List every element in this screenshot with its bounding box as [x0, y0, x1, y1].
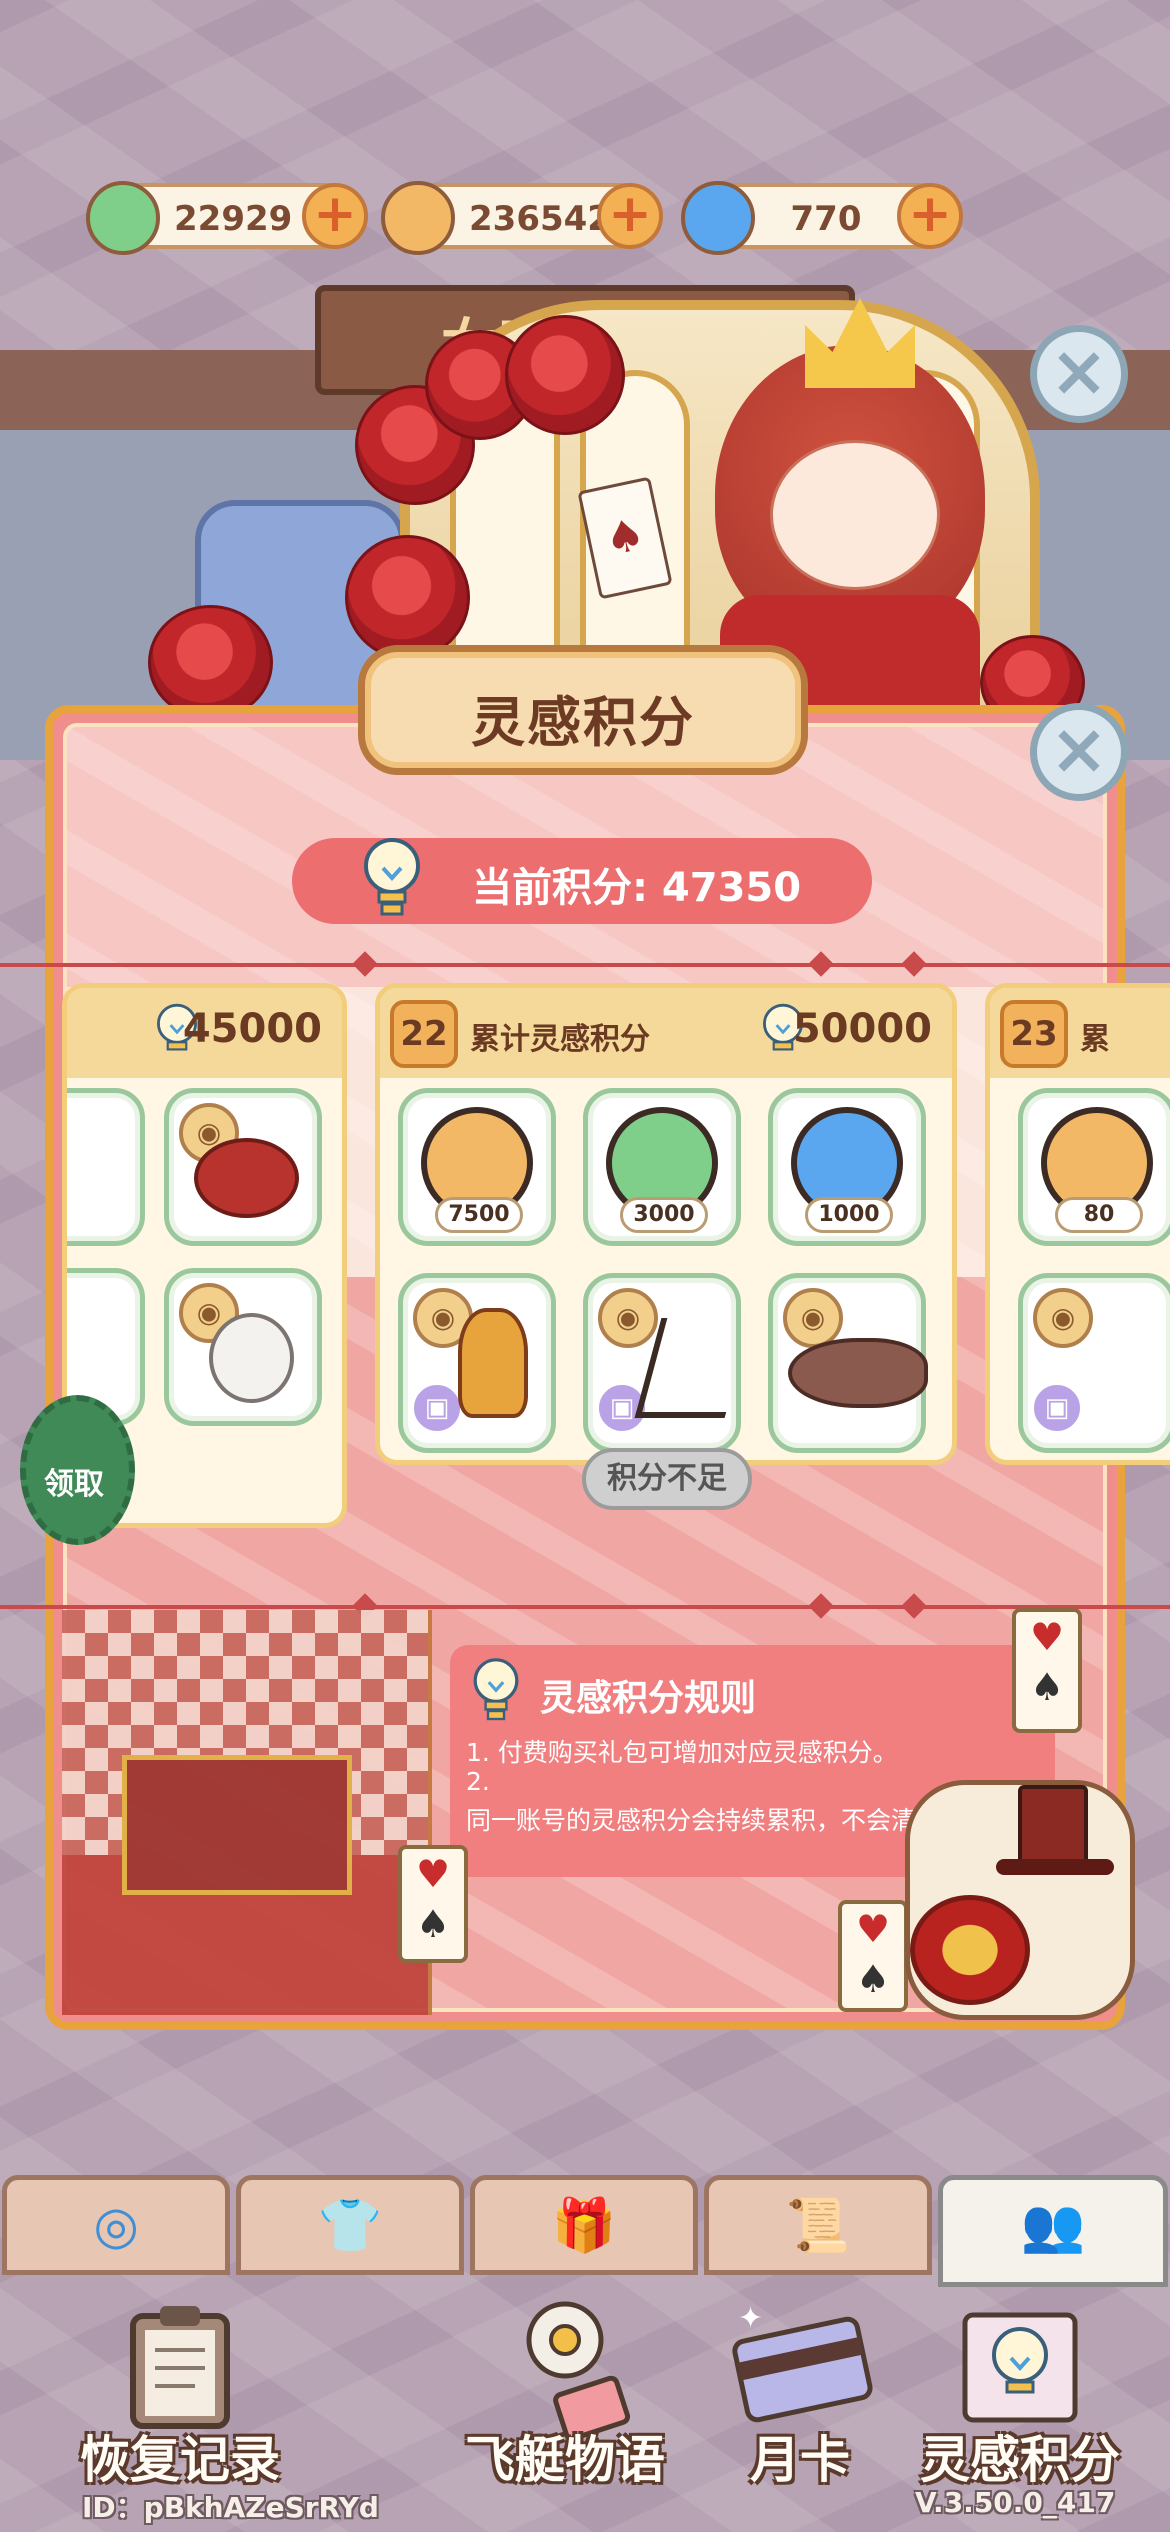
sprout-icon — [381, 181, 455, 255]
clover-icon — [86, 181, 160, 255]
tab-outfit[interactable]: 👕 — [236, 2175, 464, 2275]
rules-title: 灵感积分规则 — [540, 1678, 757, 1719]
nav-label: 月卡 — [750, 2431, 850, 2489]
preview-eye-icon[interactable]: ◉ — [1033, 1288, 1093, 1348]
nav-inspiration-points[interactable]: 灵感积分 — [900, 2280, 1140, 2520]
card-icon: ✦ — [732, 2301, 873, 2423]
scroll-tab-icon: 📜 — [785, 2196, 851, 2256]
gift-tab-icon: 🎁 — [551, 2196, 617, 2256]
room-furniture — [122, 1755, 352, 1895]
currency-value: 236542 — [469, 199, 611, 239]
reward-target-points: 50000 — [792, 1006, 932, 1052]
reward-qty: 1000 — [805, 1197, 893, 1233]
track-line — [0, 963, 1170, 967]
rose-icon — [505, 315, 625, 435]
reward-slot-rug[interactable]: ◉ — [768, 1273, 928, 1453]
furniture-type-icon: ▣ — [411, 1382, 463, 1434]
reward-qty: 3000 — [620, 1197, 708, 1233]
reward-card-22: 22 累计灵感积分 50000 7500 3000 1000 ◉ ▣ ◉ ▣ ◉ — [375, 983, 957, 1465]
reward-slot[interactable]: ◉ ▣ — [1018, 1273, 1170, 1453]
airship-flower-icon — [526, 2301, 631, 2440]
svg-text:✦: ✦ — [738, 2301, 763, 2336]
current-points-text: 当前积分: 47350 — [472, 865, 802, 911]
reward-slot-stand[interactable]: ◉ ▣ — [583, 1273, 752, 1453]
reward-slot-swirl[interactable]: 1000 — [768, 1088, 926, 1246]
shirt-tab-icon: 👕 — [317, 2196, 383, 2256]
reward-slot-sprout[interactable]: 7500 — [398, 1088, 556, 1246]
people-tab-icon: 👥 — [1020, 2196, 1086, 2256]
reward-slot[interactable]: ◉ — [164, 1088, 322, 1246]
reward-qty: 80 — [1055, 1197, 1143, 1233]
currency-sprout: 236542 + — [381, 181, 663, 255]
reward-label: 累 — [1080, 1022, 1110, 1057]
tab-swirl[interactable]: ◎ — [2, 2175, 230, 2275]
queen-face — [770, 440, 940, 590]
currency-swirl: 770 + — [681, 181, 963, 255]
reward-slot-crown-lamp[interactable]: ◉ ▣ — [398, 1273, 556, 1453]
clipboard-icon — [130, 2306, 230, 2429]
add-swirl-button[interactable]: + — [897, 183, 963, 249]
reward-level-badge: 23 — [1000, 1000, 1068, 1068]
bulb-icon — [364, 838, 420, 916]
insufficient-points-button[interactable]: 积分不足 — [582, 1448, 752, 1510]
rose-icon — [148, 605, 273, 720]
furniture-type-icon: ▣ — [1031, 1382, 1083, 1434]
nav-monthly-card[interactable]: ✦ 月卡 — [680, 2280, 920, 2520]
reward-slot[interactable]: 80 — [1018, 1088, 1170, 1246]
crown-lamp-icon — [458, 1308, 528, 1418]
add-clover-button[interactable]: + — [302, 183, 368, 249]
current-points-bar: 当前积分: 47350 — [292, 838, 872, 924]
claimed-stamp-text: 领取 — [44, 1467, 104, 1502]
heart-jewel-icon — [910, 1895, 1030, 2005]
nav-restore-records[interactable]: 恢复记录 — [60, 2280, 300, 2520]
furniture-item-icon — [194, 1138, 299, 1218]
reward-slot[interactable]: ◉ — [164, 1268, 322, 1426]
reward-slot-clover[interactable]: 3000 — [583, 1088, 741, 1246]
category-tabs: ◎ 👕 🎁 📜 👥 — [0, 2175, 1170, 2287]
reward-target-points: 45000 — [182, 1006, 322, 1052]
close-background-button[interactable]: × — [1030, 325, 1128, 423]
nav-airship-story[interactable]: 飞艇物语 — [445, 2280, 685, 2520]
add-sprout-button[interactable]: + — [597, 183, 663, 249]
close-panel-button[interactable]: × — [1030, 703, 1128, 801]
reward-label: 累计灵感积分 — [470, 1022, 650, 1057]
rules-line: 1. 付费购买礼包可增加对应灵感积分。 — [466, 1738, 898, 1767]
reward-slot[interactable] — [67, 1088, 145, 1246]
wig-item-icon — [209, 1313, 294, 1403]
claimed-stamp: 领取 — [20, 1395, 135, 1545]
tab-scroll[interactable]: 📜 — [704, 2175, 932, 2275]
nav-label: 灵感积分 — [920, 2431, 1120, 2489]
swirl-tab-icon: ◎ — [93, 2196, 139, 2256]
rug-item-icon — [788, 1338, 928, 1408]
heart-spade-card-icon: ♥ ♠ — [838, 1900, 908, 2012]
rose-icon — [345, 535, 470, 660]
app-version: V.3.50.0_417 — [915, 2486, 1116, 2519]
currency-value: 22929 — [174, 199, 293, 239]
user-id: ID：pBkhAZeSrRYd — [82, 2491, 379, 2524]
rules-line: 同一账号的灵感积分会持续累积，不会清零。 — [466, 1806, 967, 1835]
track-line — [0, 1605, 1170, 1609]
tab-people[interactable]: 👥 — [938, 2175, 1168, 2287]
reward-qty: 7500 — [435, 1197, 523, 1233]
reward-level-badge: 22 — [390, 1000, 458, 1068]
heart-spade-card-icon: ♥ ♠ — [398, 1845, 468, 1963]
currency-clover: 22929 + — [86, 181, 368, 255]
tab-gift[interactable]: 🎁 — [470, 2175, 698, 2275]
panel-title: 灵感积分 — [471, 691, 695, 754]
nav-label: 飞艇物语 — [465, 2431, 665, 2489]
swirl-icon — [681, 181, 755, 255]
room-preview-illustration — [62, 1610, 432, 2015]
heart-spade-card-icon: ♥ ♠ — [1012, 1608, 1082, 1733]
reward-card-23: 23 累 80 ◉ ▣ — [985, 983, 1170, 1465]
bulb-icon — [473, 1658, 519, 1721]
top-hat-icon — [996, 1785, 1114, 1875]
bulb-frame-icon — [962, 2312, 1078, 2423]
rules-line: 2. — [466, 1767, 490, 1796]
panel-title-plaque: 灵感积分 — [358, 645, 808, 775]
preview-eye-icon[interactable]: ◉ — [598, 1288, 658, 1348]
currency-value: 770 — [790, 199, 862, 239]
nav-label: 恢复记录 — [80, 2431, 280, 2489]
